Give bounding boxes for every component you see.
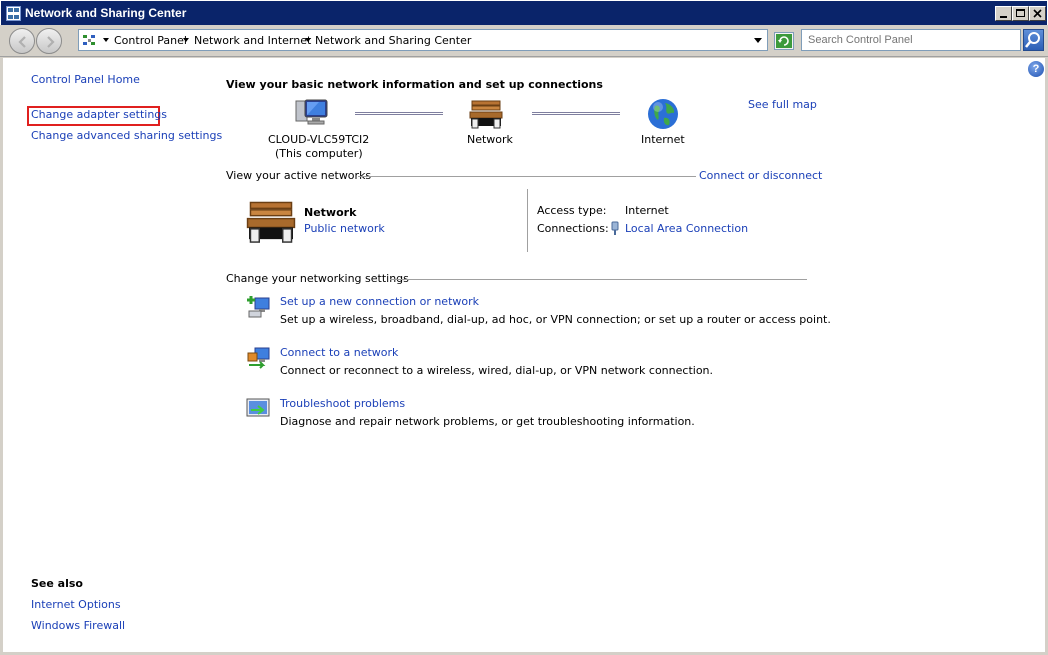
windows-firewall-link[interactable]: Windows Firewall	[31, 619, 125, 632]
breadcrumb-control-panel[interactable]: Control Panel	[114, 34, 187, 47]
change-advanced-sharing-link[interactable]: Change advanced sharing settings	[31, 129, 222, 142]
minimize-icon	[1000, 16, 1007, 18]
access-type-value: Internet	[625, 204, 669, 217]
troubleshoot-icon	[246, 398, 270, 417]
change-settings-label: Change your networking settings	[226, 272, 409, 285]
section-divider	[358, 176, 696, 177]
access-type-label: Access type:	[537, 204, 607, 217]
address-bar[interactable]: Control Panel Network and Internet Netwo…	[78, 29, 768, 51]
address-strip: Control Panel Network and Internet Netwo…	[0, 25, 1048, 57]
crumb-separator-icon[interactable]	[305, 38, 311, 42]
network-map-label: Network	[467, 133, 513, 146]
forward-button[interactable]	[36, 28, 62, 54]
control-panel-icon	[83, 35, 95, 45]
task-link[interactable]: Connect to a network	[280, 346, 398, 359]
breadcrumb-network-and-internet[interactable]: Network and Internet	[194, 34, 311, 47]
task-link[interactable]: Troubleshoot problems	[280, 397, 405, 410]
close-icon	[1033, 9, 1042, 18]
maximize-icon	[1016, 9, 1025, 17]
bench-network-icon	[246, 201, 296, 243]
ethernet-connection-icon	[611, 221, 619, 235]
network-details-divider	[527, 189, 528, 252]
crumb-separator-icon[interactable]	[103, 38, 109, 42]
refresh-button[interactable]	[774, 32, 794, 50]
local-area-connection-link[interactable]: Local Area Connection	[625, 222, 748, 235]
back-arrow-icon	[18, 36, 26, 48]
network-type-link[interactable]: Public network	[304, 222, 385, 235]
search-icon	[1024, 32, 1040, 48]
new-connection-icon	[247, 296, 270, 318]
active-networks-label: View your active networks	[226, 169, 372, 182]
search-input[interactable]	[801, 29, 1021, 51]
breadcrumb-network-and-sharing-center[interactable]: Network and Sharing Center	[315, 34, 471, 47]
see-also-heading: See also	[31, 577, 83, 590]
control-panel-home-link[interactable]: Control Panel Home	[31, 73, 140, 86]
map-connection-line	[532, 112, 620, 115]
computer-icon	[295, 99, 328, 125]
back-button[interactable]	[9, 28, 35, 54]
refresh-icon	[776, 34, 792, 48]
address-history-chevron-down-icon[interactable]	[754, 38, 762, 43]
network-window-icon	[6, 6, 21, 21]
content-pane: ? Control Panel Home Change adapter sett…	[3, 58, 1045, 652]
connections-label: Connections:	[537, 222, 609, 235]
search-button[interactable]	[1023, 29, 1044, 51]
task-description: Diagnose and repair network problems, or…	[280, 415, 695, 428]
active-network-name: Network	[304, 206, 357, 219]
minimize-button[interactable]	[995, 6, 1012, 21]
task-link[interactable]: Set up a new connection or network	[280, 295, 479, 308]
help-icon[interactable]: ?	[1028, 61, 1044, 77]
task-description: Connect or reconnect to a wireless, wire…	[280, 364, 714, 377]
forward-arrow-icon	[47, 36, 55, 48]
see-full-map-link[interactable]: See full map	[748, 98, 817, 111]
task-description: Set up a wireless, broadband, dial-up, a…	[280, 313, 831, 326]
internet-options-link[interactable]: Internet Options	[31, 598, 121, 611]
computer-name-label: CLOUD-VLC59TCI2	[268, 133, 370, 146]
maximize-button[interactable]	[1012, 6, 1029, 21]
page-heading: View your basic network information and …	[226, 78, 603, 91]
crumb-separator-icon[interactable]	[183, 38, 189, 42]
connect-or-disconnect-link[interactable]: Connect or disconnect	[699, 169, 822, 182]
title-bar[interactable]: Network and Sharing Center	[0, 0, 1048, 25]
bench-network-icon	[469, 100, 503, 129]
section-divider	[390, 279, 807, 280]
this-computer-label: (This computer)	[275, 147, 363, 160]
change-adapter-settings-link[interactable]: Change adapter settings	[31, 108, 167, 121]
globe-icon	[648, 99, 678, 129]
internet-map-label: Internet	[641, 133, 685, 146]
connect-network-icon	[247, 347, 270, 369]
window-title: Network and Sharing Center	[25, 6, 187, 20]
close-button[interactable]	[1029, 6, 1046, 21]
map-connection-line	[355, 112, 443, 115]
